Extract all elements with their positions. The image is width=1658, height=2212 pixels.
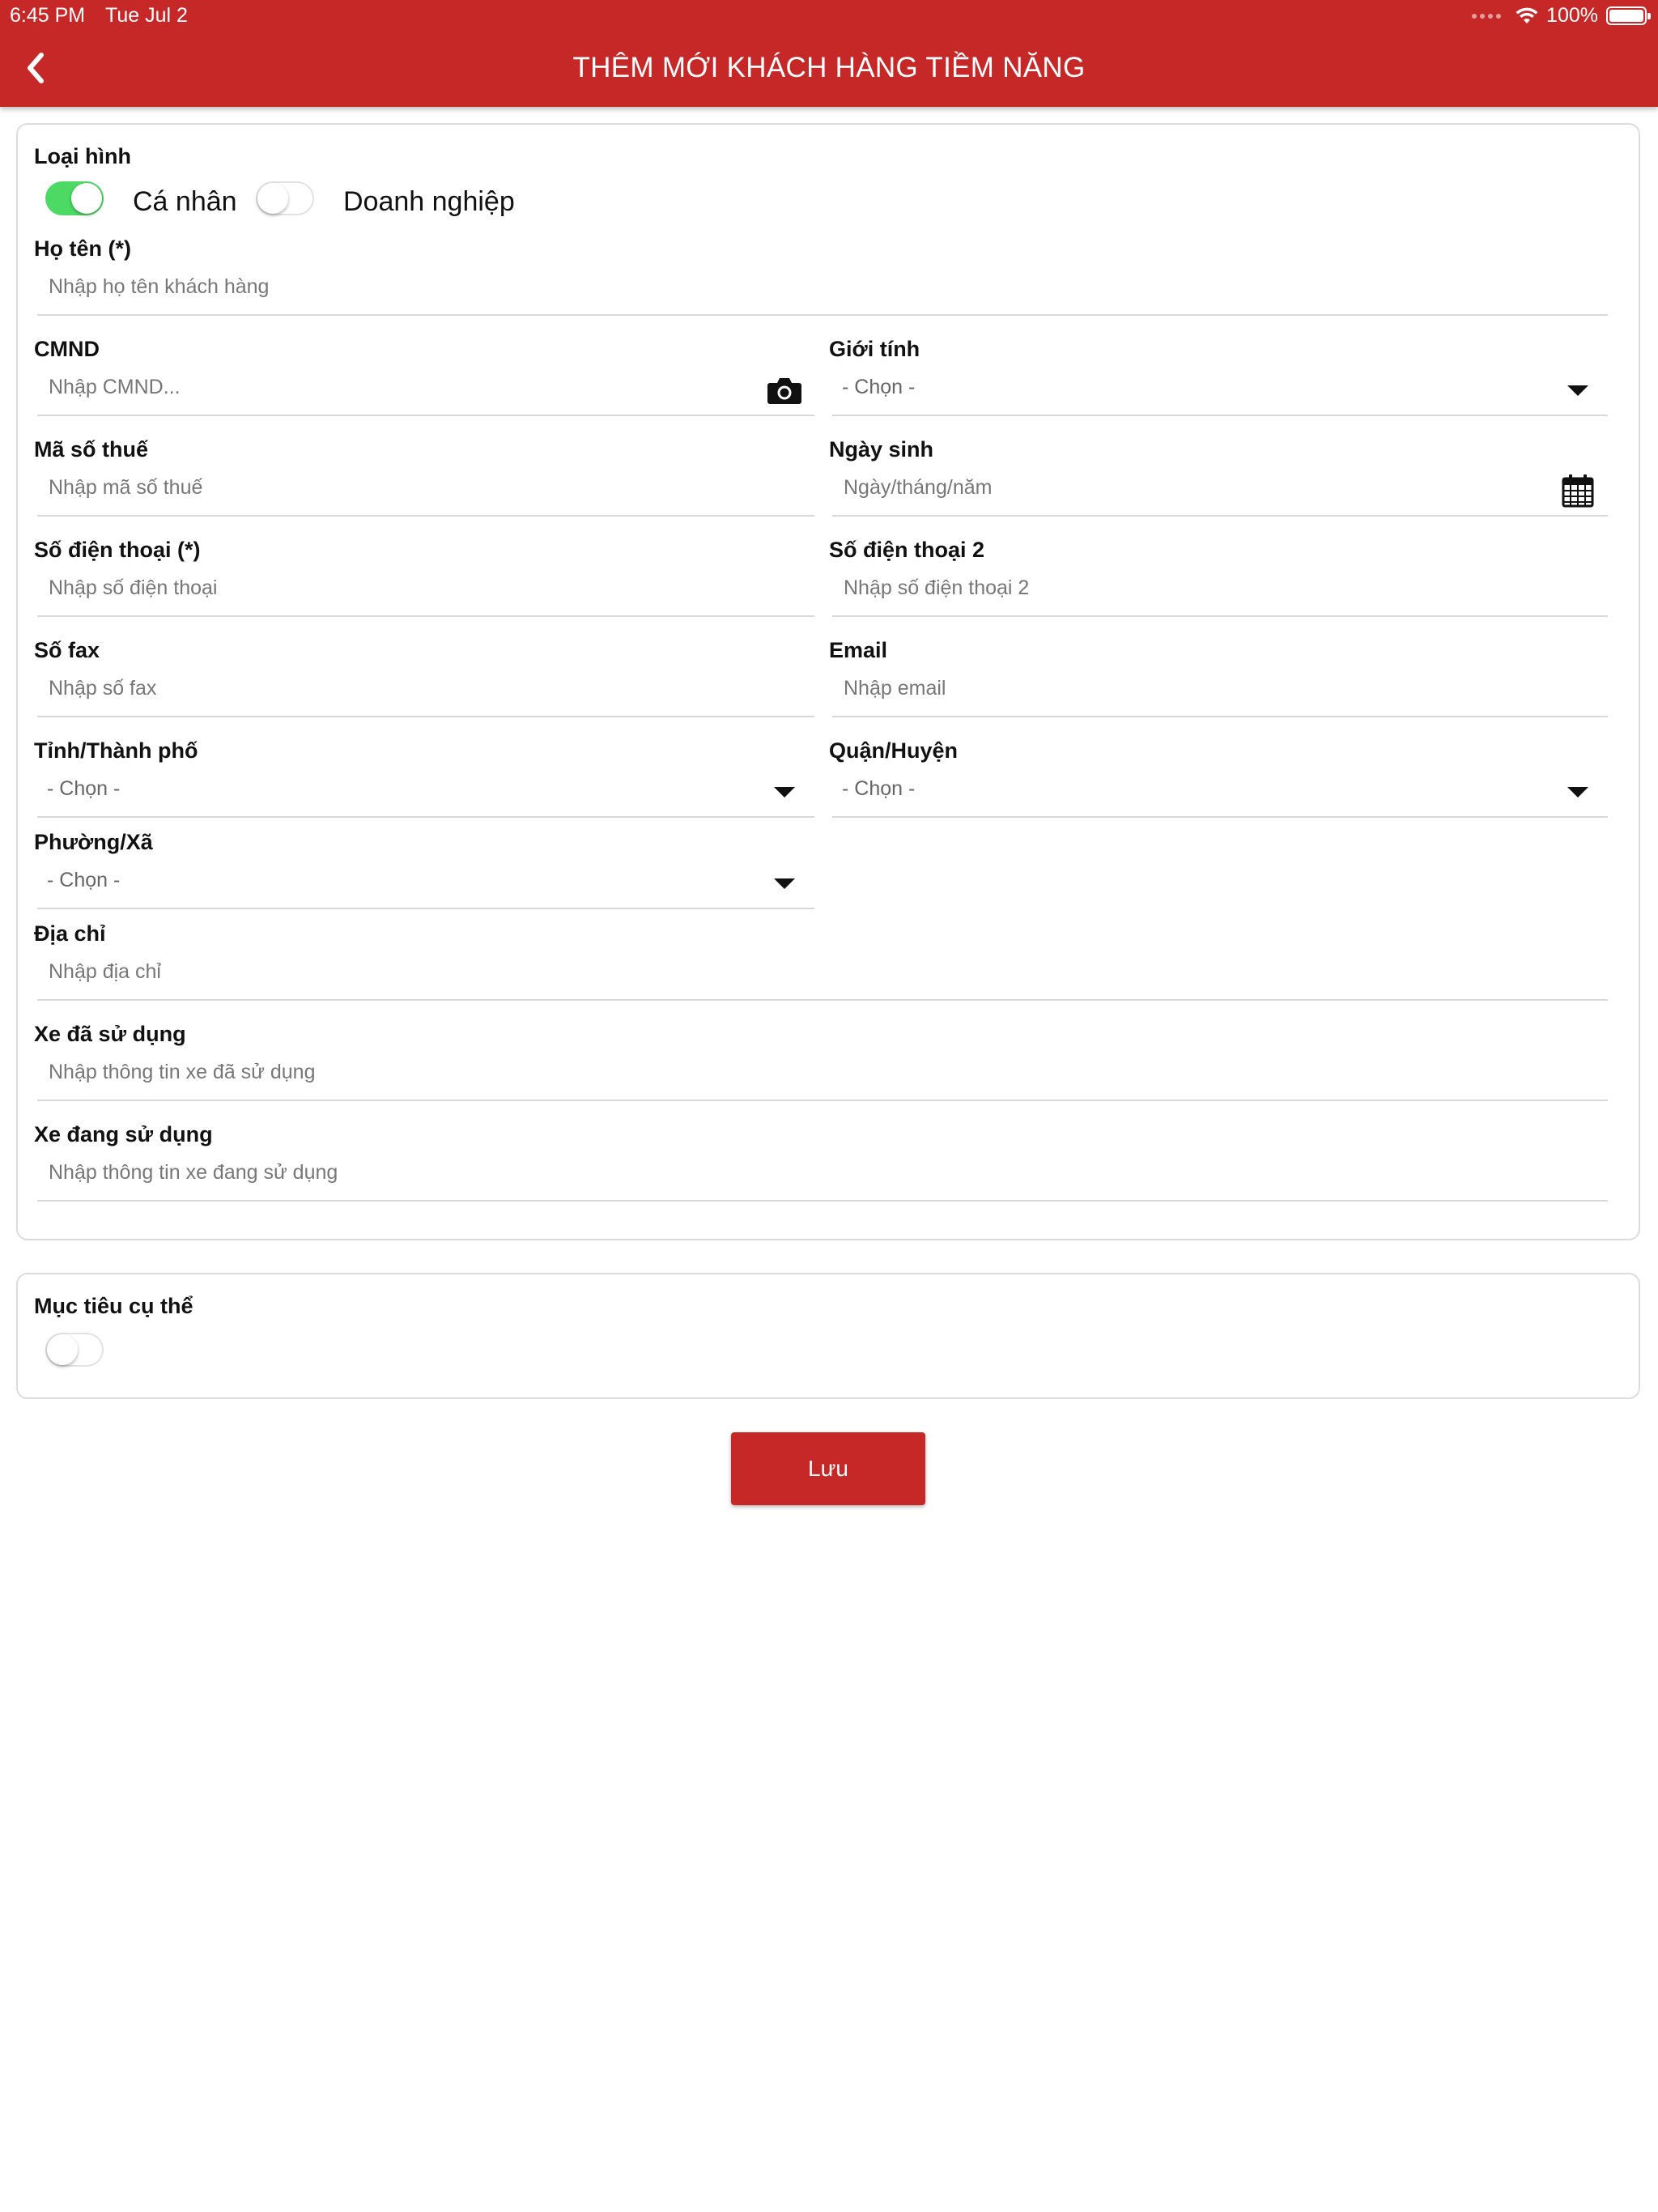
phone2-input[interactable]: Nhập số điện thoại 2 [832, 565, 1608, 617]
ward-value: - Chọn - [47, 869, 121, 891]
dropdown-toggle [1559, 374, 1596, 406]
camera-button[interactable] [766, 374, 803, 406]
fax-input[interactable]: Nhập số fax [37, 666, 814, 717]
used-vehicle-input[interactable]: Nhập thông tin xe đã sử dụng [37, 1049, 1608, 1101]
battery-icon [1606, 6, 1651, 25]
birthday-placeholder: Ngày/tháng/năm [844, 476, 993, 499]
fax-label: Số fax [34, 638, 100, 662]
full-name-label: Họ tên (*) [34, 236, 131, 261]
calendar-button[interactable] [1559, 474, 1596, 508]
ward-label: Phường/Xã [34, 830, 153, 854]
gender-value: - Chọn - [842, 376, 916, 398]
caret-down-icon [1567, 385, 1588, 396]
district-value: - Chọn - [842, 777, 916, 800]
camera-icon [767, 378, 801, 404]
id-card-placeholder: Nhập CMND... [49, 376, 181, 398]
goal-label: Mục tiêu cụ thể [34, 1294, 193, 1318]
email-placeholder: Nhập email [844, 677, 946, 700]
gender-select[interactable]: - Chọn - [832, 364, 1608, 416]
caret-down-icon [774, 787, 795, 798]
caret-down-icon [774, 878, 795, 889]
goal-toggle[interactable] [45, 1333, 104, 1367]
status-bar: 6:45 PM Tue Jul 2 100% [0, 0, 1658, 32]
status-time: 6:45 PM [10, 4, 86, 27]
wifi-icon [1516, 7, 1538, 23]
fax-placeholder: Nhập số fax [49, 677, 157, 700]
goal-card: Mục tiêu cụ thể [16, 1273, 1640, 1399]
birthday-input[interactable]: Ngày/tháng/năm [832, 465, 1608, 517]
dropdown-toggle [766, 776, 803, 808]
address-input[interactable]: Nhập địa chỉ [37, 949, 1608, 1001]
business-toggle[interactable] [256, 181, 314, 215]
phone2-label: Số điện thoại 2 [829, 538, 985, 562]
id-card-label: CMND [34, 337, 100, 361]
cellular-signal-icon [1472, 13, 1502, 19]
business-toggle-label: Doanh nghiệp [343, 186, 515, 217]
customer-form-card: Loại hình Cá nhân Doanh nghiệp Họ tên (*… [16, 123, 1640, 1240]
phone-input[interactable]: Nhập số điện thoại [37, 565, 814, 617]
dropdown-toggle [1559, 776, 1596, 808]
email-input[interactable]: Nhập email [832, 666, 1608, 717]
used-vehicle-label: Xe đã sử dụng [34, 1022, 186, 1046]
district-label: Quận/Huyện [829, 738, 959, 763]
used-vehicle-placeholder: Nhập thông tin xe đã sử dụng [49, 1061, 316, 1083]
id-card-input[interactable]: Nhập CMND... [37, 364, 814, 416]
district-select[interactable]: - Chọn - [832, 766, 1608, 818]
phone-label: Số điện thoại (*) [34, 538, 201, 562]
calendar-icon [1562, 474, 1594, 508]
province-select[interactable]: - Chọn - [37, 766, 814, 818]
address-placeholder: Nhập địa chỉ [49, 960, 161, 983]
dropdown-toggle [766, 867, 803, 900]
battery-percent: 100% [1546, 4, 1598, 27]
phone2-placeholder: Nhập số điện thoại 2 [844, 576, 1030, 599]
save-button[interactable]: Lưu [731, 1432, 925, 1505]
birthday-label: Ngày sinh [829, 437, 934, 462]
current-vehicle-label: Xe đang sử dụng [34, 1122, 213, 1146]
caret-down-icon [1567, 787, 1588, 798]
individual-toggle-label: Cá nhân [133, 186, 237, 217]
tax-code-placeholder: Nhập mã số thuế [49, 476, 203, 499]
app-bar: 6:45 PM Tue Jul 2 100% THÊM MỚI KHÁCH HÀ… [0, 0, 1658, 107]
customer-type-label: Loại hình [34, 144, 131, 168]
ward-select[interactable]: - Chọn - [37, 857, 814, 909]
page-title: THÊM MỚI KHÁCH HÀNG TIỀM NĂNG [572, 52, 1086, 83]
full-name-input[interactable]: Nhập họ tên khách hàng [37, 264, 1608, 316]
status-right: 100% [1472, 4, 1651, 28]
full-name-placeholder: Nhập họ tên khách hàng [49, 275, 270, 298]
current-vehicle-placeholder: Nhập thông tin xe đang sử dụng [49, 1161, 338, 1184]
phone-placeholder: Nhập số điện thoại [49, 576, 218, 599]
gender-label: Giới tính [829, 337, 920, 361]
address-label: Địa chỉ [34, 921, 106, 946]
individual-toggle[interactable] [45, 181, 104, 215]
tax-code-input[interactable]: Nhập mã số thuế [37, 465, 814, 517]
email-label: Email [829, 638, 888, 662]
status-date: Tue Jul 2 [105, 4, 188, 27]
province-label: Tỉnh/Thành phố [34, 738, 198, 763]
province-value: - Chọn - [47, 777, 121, 800]
tax-code-label: Mã số thuế [34, 437, 149, 462]
current-vehicle-input[interactable]: Nhập thông tin xe đang sử dụng [37, 1150, 1608, 1202]
